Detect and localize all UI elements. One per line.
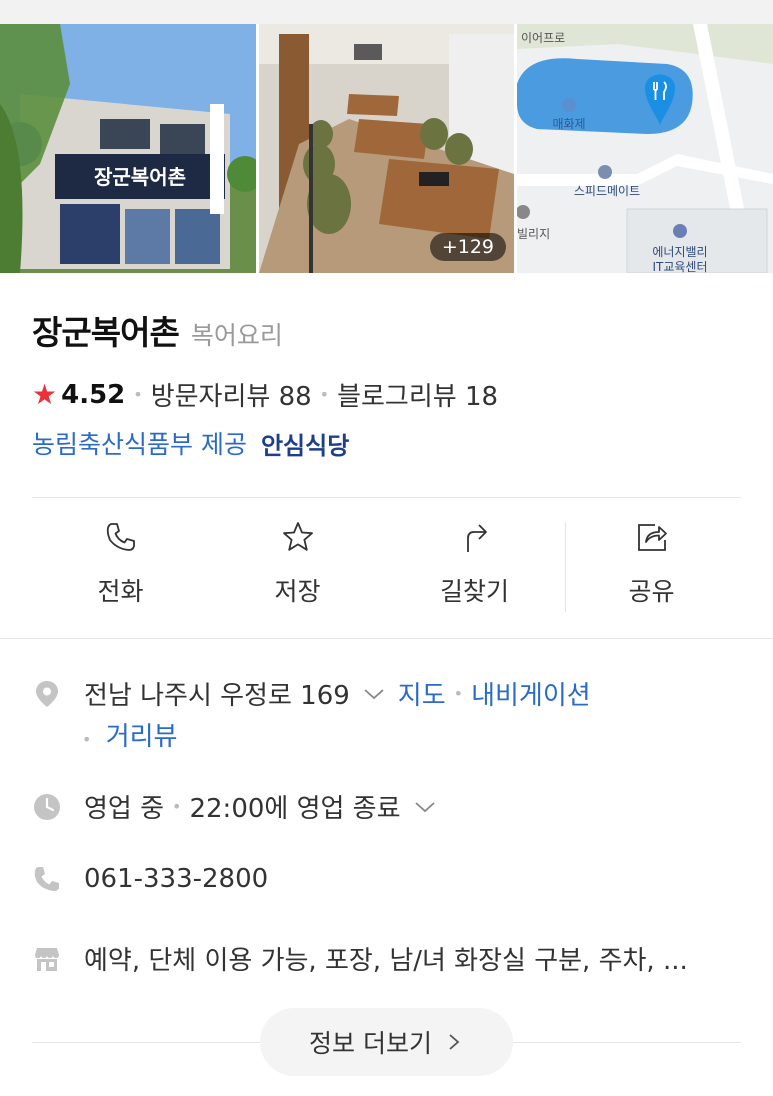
action-separator bbox=[565, 522, 566, 612]
map-label-center-2: IT교육센터 bbox=[652, 260, 707, 273]
amenities-text: 예약, 단체 이용 가능, 포장, 남/녀 화장실 구분, 주차, ... bbox=[84, 946, 688, 976]
phone-row[interactable]: 061-333-2800 bbox=[32, 864, 268, 894]
separator-dot: • bbox=[319, 385, 330, 404]
directions-button[interactable]: 길찾기 bbox=[386, 520, 563, 615]
more-info-button[interactable]: 정보 더보기 bbox=[260, 1008, 513, 1076]
map-label-village: 빌리지 bbox=[517, 227, 550, 241]
provider-row: 농림축산식품부 제공 안심식당 bbox=[32, 425, 349, 461]
save-button[interactable]: 저장 bbox=[209, 520, 386, 615]
provider-link[interactable]: 농림축산식품부 제공 bbox=[32, 425, 247, 461]
clock-icon bbox=[34, 793, 60, 820]
address-row: 전남 나주시 우정로 169 지도 • 내비게이션 bbox=[32, 675, 591, 712]
separator-dot: • bbox=[453, 684, 464, 703]
action-bar: 전화 저장 길찾기 공유 bbox=[32, 520, 741, 615]
rating-star-icon: ★ bbox=[32, 378, 58, 411]
map-label-mart: 스피드메이트 bbox=[574, 184, 640, 198]
storefront-photo[interactable]: 장군복어촌 bbox=[0, 24, 256, 273]
phone-number[interactable]: 061-333-2800 bbox=[84, 864, 268, 894]
street-view-link[interactable]: 거리뷰 bbox=[106, 722, 178, 752]
place-name: 장군복어촌 bbox=[32, 313, 180, 352]
phone-icon bbox=[106, 523, 135, 551]
map-label-top: 이어프로 bbox=[521, 31, 565, 45]
safe-restaurant-badge: 안심식당 bbox=[260, 431, 350, 460]
save-label: 저장 bbox=[274, 577, 321, 606]
map-thumbnail[interactable]: 이어프로 매화제 스피드메이트 빌리지 에너지밸리 IT교육센터 bbox=[517, 24, 773, 273]
section-divider bbox=[0, 638, 773, 639]
closing-time: 22:00에 영업 종료 bbox=[189, 794, 401, 824]
map-link[interactable]: 지도 bbox=[398, 675, 446, 712]
rating-row: ★ 4.52 • 방문자리뷰 88 • 블로그리뷰 18 bbox=[32, 376, 498, 413]
chevron-down-icon[interactable] bbox=[413, 795, 437, 819]
place-title-row: 장군복어촌 복어요리 bbox=[32, 306, 283, 354]
interior-photo[interactable]: +129 bbox=[259, 24, 514, 273]
place-category: 복어요리 bbox=[190, 321, 283, 350]
street-view-row: • 거리뷰 bbox=[82, 716, 177, 753]
share-button[interactable]: 공유 bbox=[563, 520, 740, 615]
chevron-right-icon bbox=[449, 1034, 460, 1050]
photo-gallery[interactable]: 장군복어촌 +129 이어프로 매화제 스피드메이트 빌리지 에너지밸리 IT교… bbox=[0, 24, 773, 273]
business-status: 영업 중 bbox=[84, 794, 165, 824]
location-pin-icon bbox=[36, 680, 58, 707]
share-icon bbox=[637, 524, 667, 551]
directions-icon bbox=[466, 524, 487, 552]
map-label-center-1: 에너지밸리 bbox=[652, 245, 707, 259]
blog-reviews-link[interactable]: 블로그리뷰 18 bbox=[337, 376, 498, 413]
storefront-sign-text: 장군복어촌 bbox=[94, 165, 186, 189]
chevron-down-icon[interactable] bbox=[362, 682, 386, 706]
separator-dot: • bbox=[82, 730, 92, 749]
call-label: 전화 bbox=[97, 577, 144, 606]
photo-count-badge[interactable]: +129 bbox=[429, 233, 506, 261]
star-icon bbox=[282, 522, 313, 551]
separator-dot: • bbox=[133, 385, 143, 404]
map-label-lake: 매화제 bbox=[552, 117, 585, 131]
address-text: 전남 나주시 우정로 169 bbox=[84, 681, 350, 711]
separator-dot: • bbox=[172, 797, 182, 816]
phone-icon bbox=[34, 867, 59, 891]
rating-score: 4.52 bbox=[61, 379, 126, 410]
divider bbox=[32, 497, 741, 498]
more-info-label: 정보 더보기 bbox=[309, 1029, 432, 1058]
share-label: 공유 bbox=[628, 577, 675, 606]
call-button[interactable]: 전화 bbox=[32, 520, 209, 615]
amenities-row[interactable]: 예약, 단체 이용 가능, 포장, 남/녀 화장실 구분, 주차, ... bbox=[32, 940, 688, 977]
store-icon bbox=[35, 947, 59, 971]
top-bar bbox=[0, 0, 773, 24]
visitor-reviews-link[interactable]: 방문자리뷰 88 bbox=[151, 376, 312, 413]
directions-label: 길찾기 bbox=[439, 577, 509, 606]
navigation-link[interactable]: 내비게이션 bbox=[471, 675, 591, 712]
hours-row[interactable]: 영업 중 • 22:00에 영업 종료 bbox=[32, 788, 437, 825]
